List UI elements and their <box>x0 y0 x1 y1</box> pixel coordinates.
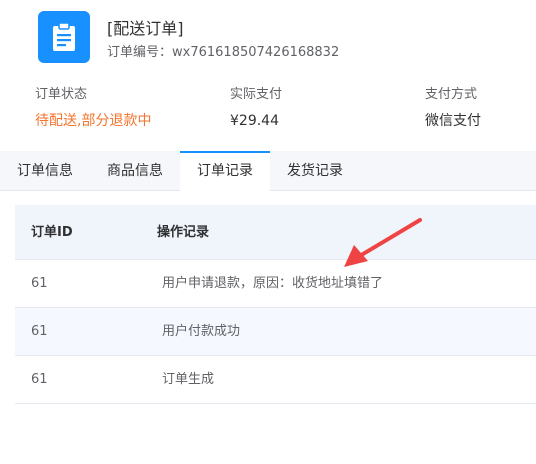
table-row: 61 用户付款成功 <box>15 308 536 356</box>
payment-method-section: 支付方式 微信支付 <box>425 86 481 130</box>
table-row: 61 用户申请退款，原因：收货地址填错了 <box>15 260 536 308</box>
paid-label: 实际支付 <box>230 87 283 102</box>
paid-value: ¥29.44 <box>230 113 279 129</box>
tab-bar: 订单信息 商品信息 订单记录 发货记录 <box>0 151 536 192</box>
order-number: 订单编号：wx761618507426168832 <box>107 41 339 60</box>
column-header-operation: 操作记录 <box>157 225 210 240</box>
clipboard-icon <box>38 11 90 63</box>
status-label: 订单状态 <box>35 87 88 102</box>
order-number-label: 订单编号： <box>107 45 173 60</box>
paid-section: 实际支付 ¥29.44 <box>230 86 282 130</box>
column-header-order-id: 订单ID <box>31 225 73 240</box>
operation-cell: 订单生成 <box>162 372 215 387</box>
operation-cell: 用户付款成功 <box>162 324 241 339</box>
order-title: [配送订单] <box>107 19 184 38</box>
payment-method-value: 微信支付 <box>425 113 481 129</box>
order-id-cell: 61 <box>31 372 48 387</box>
tab-shipping-records[interactable]: 发货记录 <box>270 151 360 191</box>
tab-order-info[interactable]: 订单信息 <box>0 151 90 191</box>
order-number-value: wx761618507426168832 <box>172 45 340 60</box>
status-section: 订单状态 待配送,部分退款中 <box>35 86 151 130</box>
order-id-cell: 61 <box>31 276 48 291</box>
tab-order-records[interactable]: 订单记录 <box>180 151 270 192</box>
order-id-cell: 61 <box>31 324 48 339</box>
order-header: [配送订单] 订单编号：wx761618507426168832 <box>38 11 518 63</box>
table-header: 订单ID 操作记录 <box>15 205 536 260</box>
annotation-arrow-icon <box>344 218 422 267</box>
records-table: 订单ID 操作记录 61 用户申请退款，原因：收货地址填错了 61 用户付款成功… <box>15 205 536 404</box>
tab-product-info[interactable]: 商品信息 <box>90 151 180 191</box>
status-value: 待配送,部分退款中 <box>35 113 152 129</box>
order-summary: 订单状态 待配送,部分退款中 实际支付 ¥29.44 支付方式 微信支付 <box>0 86 536 134</box>
payment-method-label: 支付方式 <box>425 87 478 102</box>
table-row: 61 订单生成 <box>15 356 536 404</box>
